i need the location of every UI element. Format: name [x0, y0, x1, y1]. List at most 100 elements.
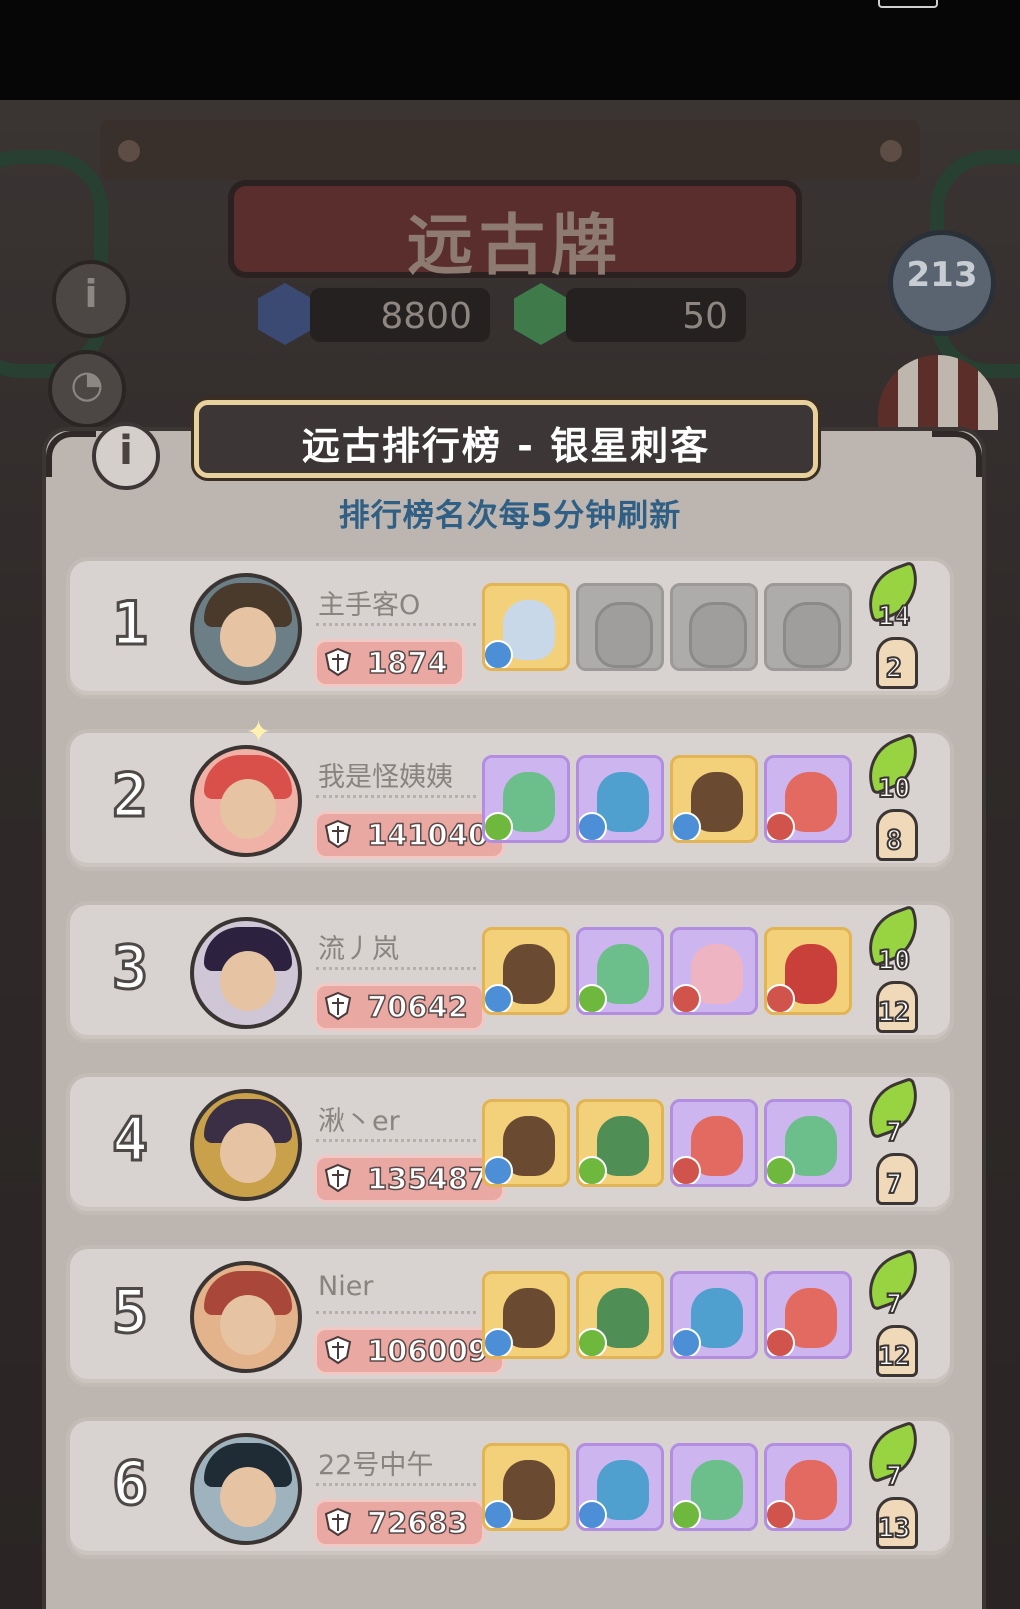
player-name: Nier [318, 1271, 374, 1302]
player-avatar[interactable] [190, 1089, 302, 1201]
element-icon [767, 1328, 795, 1356]
hero-card[interactable] [576, 1271, 664, 1359]
leaderboard-row[interactable]: 4 湫丶er 135487 7 7 [66, 1073, 954, 1215]
rank-number: 4 [110, 1104, 149, 1177]
page-title: 远古牌 [407, 206, 623, 284]
power-score-badge: 141040 [314, 811, 506, 859]
game-screen: 远古牌 8800 50 i ◔ 213 i 远古排行榜 - 银星刺客 排行榜名次… [0, 100, 1020, 1609]
power-score-badge: 1874 [314, 639, 465, 687]
power-icon [324, 647, 352, 677]
hero-card[interactable] [576, 1443, 664, 1531]
hero-card[interactable] [670, 1271, 758, 1359]
hero-card[interactable] [482, 1099, 570, 1187]
power-icon [324, 991, 352, 1021]
hero-card[interactable] [670, 1443, 758, 1531]
player-name: 我是怪姨姨 [318, 762, 453, 793]
element-icon [767, 984, 795, 1012]
element-icon [485, 1500, 513, 1528]
refresh-note: 排行榜名次每5分钟刷新 [338, 498, 682, 534]
player-avatar[interactable] [190, 745, 302, 857]
hero-card[interactable] [576, 755, 664, 843]
hero-card[interactable] [576, 1099, 664, 1187]
blue-crystal-value: 8800 [380, 296, 472, 337]
leaderboard-button[interactable]: 213 [888, 230, 996, 336]
divider [316, 1311, 476, 1314]
hero-card[interactable] [764, 1271, 852, 1359]
green-crystal-icon [514, 283, 568, 345]
silhouette-icon [595, 602, 653, 668]
top-frame [100, 120, 920, 180]
knight-count: 12 [877, 996, 912, 1029]
hero-card[interactable] [482, 1443, 570, 1531]
player-name: 22号中午 [318, 1450, 434, 1481]
element-icon [767, 1500, 795, 1528]
empty-hero-slot [576, 583, 664, 671]
element-icon [673, 984, 701, 1012]
leaf-count: 14 [877, 600, 912, 633]
power-score-badge: 135487 [314, 1155, 506, 1203]
element-icon [673, 1500, 701, 1528]
podium-icon: 213 [906, 255, 978, 295]
power-score: 72683 [366, 1505, 468, 1541]
hero-card[interactable] [764, 1443, 852, 1531]
rank-number: 2 [110, 760, 149, 833]
power-score-badge: 70642 [314, 983, 485, 1031]
hero-card[interactable] [576, 927, 664, 1015]
hero-card[interactable] [764, 755, 852, 843]
hero-card[interactable] [482, 1271, 570, 1359]
clock-icon: ◔ [70, 362, 104, 406]
element-icon [579, 984, 607, 1012]
bolt-icon [880, 140, 902, 162]
player-name: 主手客O [318, 590, 421, 621]
blue-crystal-icon [258, 283, 312, 345]
hero-card[interactable] [764, 1099, 852, 1187]
power-icon [324, 1163, 352, 1193]
power-icon [324, 1507, 352, 1537]
knight-count: 8 [885, 824, 903, 857]
power-score: 141040 [366, 817, 489, 853]
player-avatar[interactable] [190, 1261, 302, 1373]
timer-button[interactable]: ◔ [48, 350, 126, 428]
element-icon [579, 812, 607, 840]
empty-hero-slot [764, 583, 852, 671]
avatar-face [220, 779, 276, 839]
leaf-count: 7 [885, 1460, 903, 1493]
leaderboard-row[interactable]: 6 22号中午 72683 7 13 [66, 1417, 954, 1559]
player-avatar[interactable] [190, 573, 302, 685]
avatar-face [220, 1123, 276, 1183]
hero-card[interactable] [670, 927, 758, 1015]
leaderboard-row[interactable]: 2 ✦ 我是怪姨姨 141040 10 8 [66, 715, 954, 871]
info-icon: i [84, 272, 98, 316]
rank-number: 6 [110, 1448, 149, 1521]
leaderboard-row[interactable]: 1 主手客O 1874 14 2 [66, 557, 954, 699]
hero-card[interactable] [670, 755, 758, 843]
element-icon [579, 1156, 607, 1184]
info-button[interactable]: i [52, 260, 130, 338]
divider [316, 795, 476, 798]
panel-info-button[interactable]: i [92, 422, 160, 490]
leaderboard-row[interactable]: 5 Nier 106009 7 12 [66, 1245, 954, 1387]
hero-card[interactable] [482, 755, 570, 843]
element-icon [579, 1500, 607, 1528]
hero-card[interactable] [482, 583, 570, 671]
green-crystal-value: 50 [682, 296, 728, 337]
player-avatar[interactable] [190, 1433, 302, 1545]
player-avatar[interactable] [190, 917, 302, 1029]
power-score-badge: 106009 [314, 1327, 506, 1375]
avatar-face [220, 607, 276, 667]
hero-card[interactable] [764, 927, 852, 1015]
hero-card[interactable] [482, 927, 570, 1015]
element-icon [673, 812, 701, 840]
leaf-count: 10 [877, 944, 912, 977]
knight-count: 2 [885, 652, 903, 685]
power-score: 106009 [366, 1333, 489, 1369]
avatar-face [220, 1467, 276, 1527]
element-icon [485, 640, 513, 668]
panel-corner [932, 431, 982, 477]
rank-number: 1 [110, 588, 149, 661]
avatar-face [220, 1295, 276, 1355]
hero-card[interactable] [670, 1099, 758, 1187]
panel-title: 远古排行榜 - 银星刺客 [194, 400, 818, 478]
leaderboard-row[interactable]: 3 流丿岚 70642 10 12 [66, 901, 954, 1043]
title-plate: 远古牌 [228, 180, 802, 284]
